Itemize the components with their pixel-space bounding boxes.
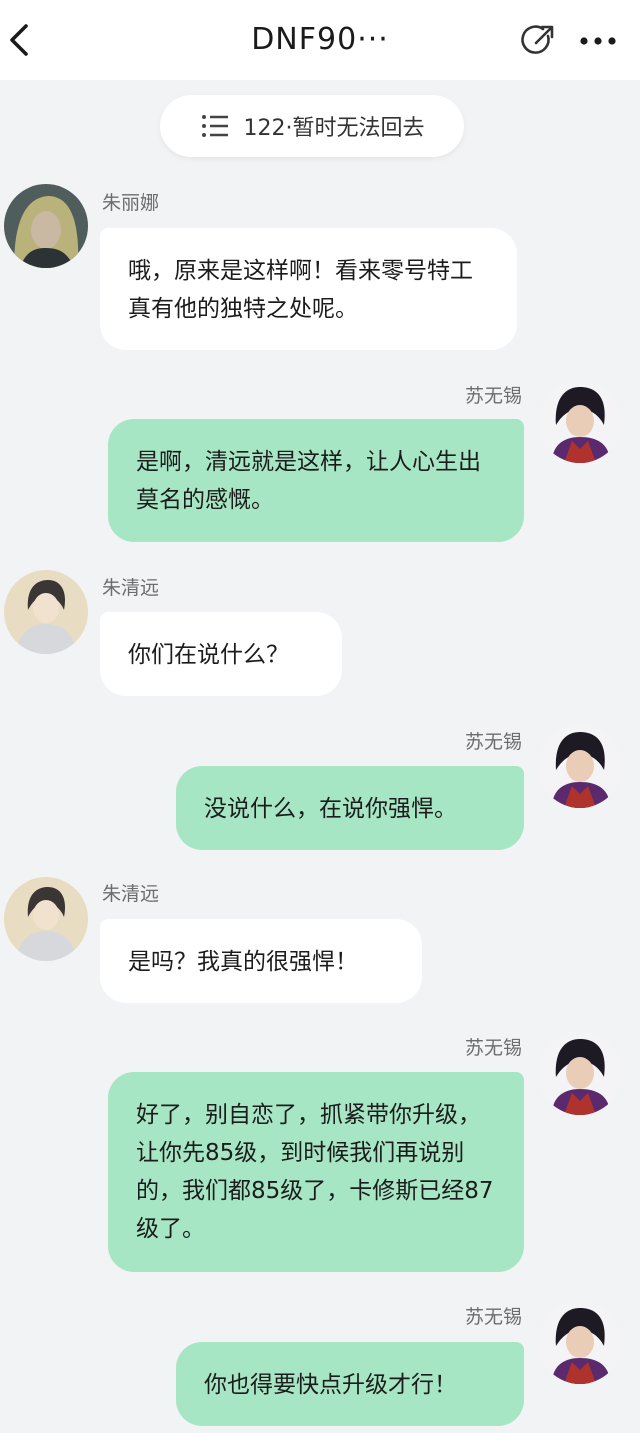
message-bubble[interactable]: 你们在说什么？	[100, 612, 342, 696]
sender-name: 苏无锡	[464, 1306, 522, 1328]
avatar-image	[538, 379, 622, 463]
more-button[interactable]	[576, 24, 620, 58]
message-bubble[interactable]: 你也得要快点升级才行！	[176, 1342, 524, 1426]
sender-name: 苏无锡	[464, 1037, 522, 1059]
message-bubble[interactable]: 没说什么，在说你强悍。	[176, 766, 524, 850]
chat-title-text: DNF90	[251, 22, 358, 57]
avatar-image	[4, 570, 88, 654]
avatar-image	[538, 1031, 622, 1115]
top-bar: DNF90···	[0, 0, 640, 80]
avatar[interactable]	[4, 570, 88, 654]
sender-name: 朱清远	[102, 883, 160, 905]
avatar-image	[538, 1300, 622, 1384]
avatar[interactable]	[538, 1300, 622, 1384]
avatar-image	[4, 877, 88, 961]
sender-name: 朱丽娜	[102, 192, 160, 214]
sender-name: 苏无锡	[464, 731, 522, 753]
more-dots-icon	[580, 37, 616, 45]
sender-name: 苏无锡	[464, 385, 522, 407]
avatar[interactable]	[538, 1031, 622, 1115]
avatar[interactable]	[4, 877, 88, 961]
share-icon	[521, 25, 554, 54]
avatar[interactable]	[4, 184, 88, 268]
message-bubble[interactable]: 是吗？我真的很强悍！	[100, 919, 422, 1003]
avatar-image	[4, 184, 88, 268]
title-ellipsis: ···	[357, 22, 389, 57]
message-bubble[interactable]: 哦，原来是这样啊！看来零号特工真有他的独特之处呢。	[100, 228, 517, 350]
avatar-image	[538, 724, 622, 808]
avatar[interactable]	[538, 724, 622, 808]
share-button[interactable]	[519, 22, 557, 60]
group-status-pill[interactable]: 122·暂时无法回去	[160, 95, 464, 157]
message-bubble[interactable]: 是啊，清远就是这样，让人心生出莫名的感慨。	[108, 419, 524, 542]
group-status-text: 122·暂时无法回去	[243, 116, 425, 141]
list-icon	[201, 115, 228, 137]
sender-name: 朱清远	[102, 577, 160, 599]
message-bubble[interactable]: 好了，别自恋了，抓紧带你升级，让你先85级，到时候我们再说别的，我们都85级了，…	[108, 1072, 524, 1272]
avatar[interactable]	[538, 379, 622, 463]
